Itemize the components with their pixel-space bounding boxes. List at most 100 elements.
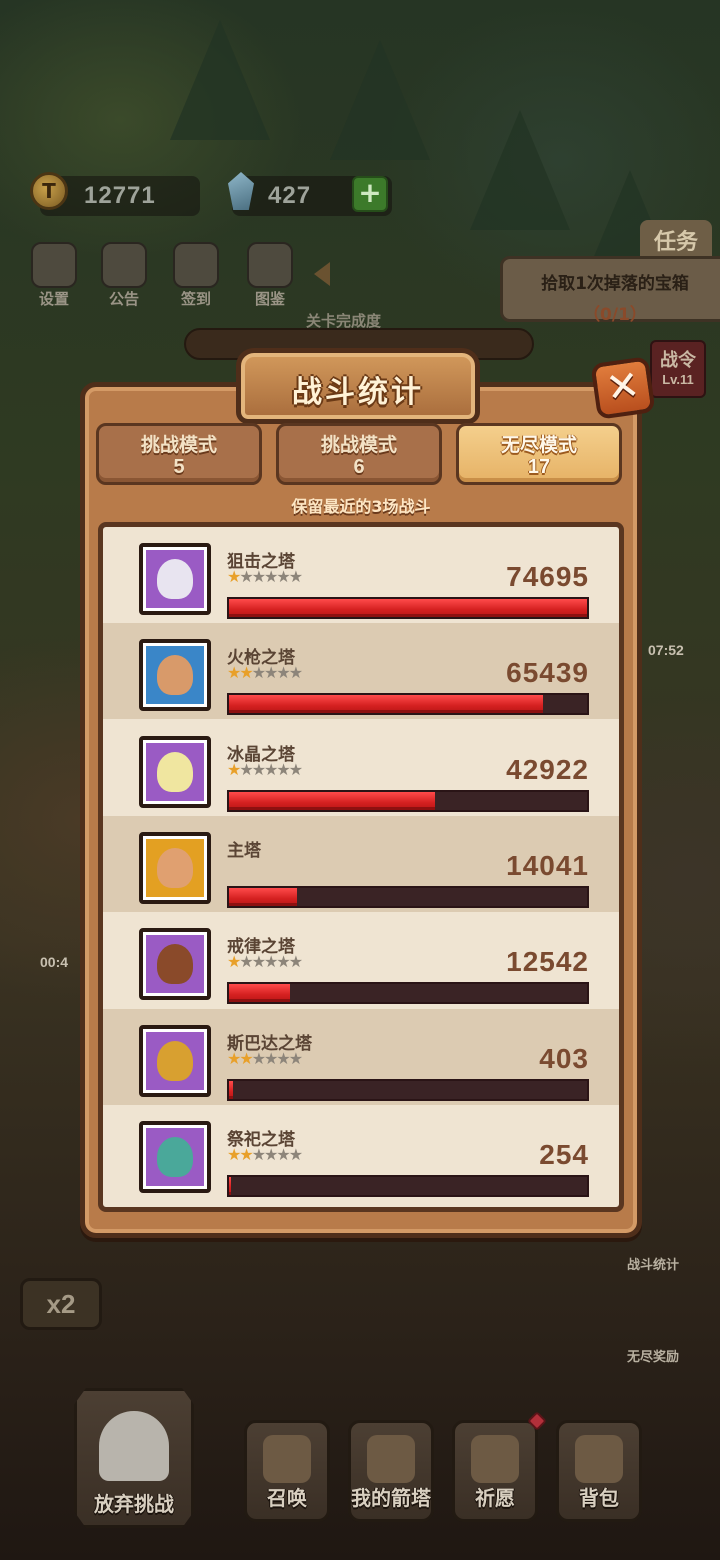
tree-decoration [170,20,270,140]
menu-announcement[interactable]: 公告 [96,242,152,309]
collapse-menu-arrow-icon[interactable] [314,262,330,286]
chest-timer: 07:52 [648,642,684,658]
menu-signin[interactable]: 签到 [168,242,224,309]
damage-bar-fill [229,1176,232,1195]
star-rating: ★★★★★★ [227,952,303,972]
damage-bar [227,789,589,812]
battle-pass-badge[interactable]: 战令 Lv.11 [650,340,706,398]
tower-portrait-icon [157,847,193,888]
tower-avatar[interactable] [139,543,211,615]
task-card[interactable]: 拾取1次掉落的宝箱 （0/1） [500,256,720,325]
tab-label: 挑战模式 [140,434,217,456]
menu-codex[interactable]: 图鉴 [242,242,298,309]
damage-bar [227,693,589,716]
star-empty-icon: ★ [264,759,278,779]
damage-bar-fill [229,887,298,906]
tree-decoration [470,110,570,230]
backpack-button[interactable]: 背包 [556,1420,642,1522]
endless-reward-shortcut[interactable]: 无尽奖励 [618,1346,688,1365]
star-filled-icon: ★ [227,567,241,586]
damage-bar-fill [229,984,290,1003]
tower-portrait-icon [157,655,193,696]
tab-challenge-5[interactable]: 挑战模式 5 [96,423,262,485]
damage-value: 403 [539,1042,589,1074]
tower-row: 火枪之塔 ★★★★★★ 65439 [103,623,619,720]
my-towers-button[interactable]: 我的箭塔 [348,1420,434,1522]
dialog-title-plate: 战斗统计 [236,348,480,424]
task-text: 拾取1次掉落的宝箱 [541,274,689,294]
star-filled-icon: ★ [227,759,241,779]
star-empty-icon: ★ [288,1144,303,1164]
tower-avatar[interactable] [139,735,211,808]
tower-row: 主塔 14041 [103,815,619,912]
star-empty-icon: ★ [239,567,253,586]
tower-row: 斯巴达之塔 ★★★★★★ 403 [103,1008,619,1105]
star-empty-icon: ★ [264,952,278,972]
star-filled-icon: ★ [227,1144,241,1164]
star-icon [471,1435,519,1483]
star-filled-icon: ★ [239,1144,253,1164]
tower-avatar[interactable] [139,831,211,904]
tower-portrait-icon [157,1040,193,1081]
damage-value: 74695 [506,561,589,592]
gold-coin-icon: T [30,172,68,210]
star-empty-icon: ★ [276,663,290,683]
tab-endless-17[interactable]: 无尽模式 17 [456,423,622,485]
tower-damage-list[interactable]: 狙击之塔 ★★★★★★ 74695 火枪之塔 ★★★★★★ 65439 冰晶之塔 ★★★★★★… [98,522,624,1212]
tower-avatar[interactable] [139,1024,211,1097]
damage-bar [227,597,589,619]
dialog-title: 战斗统计 [292,375,424,410]
summon-button[interactable]: 召唤 [244,1420,330,1522]
feather-icon [173,242,219,288]
tab-sub: 17 [527,456,551,478]
star-filled-icon: ★ [239,663,253,683]
tower-portrait-icon [157,944,193,985]
tower-avatar[interactable] [139,1120,211,1193]
star-empty-icon: ★ [288,952,303,972]
axe-icon [99,1411,169,1481]
star-empty-icon: ★ [276,567,290,586]
tab-sub: 6 [353,456,365,478]
star-filled-icon: ★ [227,1048,241,1068]
star-empty-icon: ★ [288,759,303,779]
star-empty-icon: ★ [264,1144,278,1164]
star-empty-icon: ★ [276,1144,290,1164]
menu-settings[interactable]: 设置 [26,242,82,309]
speed-toggle-button[interactable]: x2 [20,1278,102,1330]
wish-button[interactable]: 祈愿 [452,1420,538,1522]
star-rating: ★★★★★★ [227,1048,303,1068]
battle-stats-shortcut[interactable]: 战斗统计 [618,1254,688,1273]
star-empty-icon: ★ [288,663,303,683]
star-rating: ★★★★★★ [227,759,303,779]
star-empty-icon: ★ [288,1048,303,1068]
tab-label: 挑战模式 [320,434,397,456]
tower-avatar[interactable] [139,639,211,712]
tower-avatar[interactable] [139,928,211,1001]
star-rating: ★★★★★★ [227,663,303,683]
damage-value: 12542 [506,946,589,978]
damage-bar [227,1174,589,1197]
damage-bar-fill [229,1080,233,1099]
task-tag: 任务 [640,220,713,260]
book-icon [247,242,293,288]
tower-row: 戒律之塔 ★★★★★★ 12542 [103,912,619,1008]
task-progress: （0/1） [583,305,647,325]
star-empty-icon: ★ [276,759,290,779]
damage-value: 254 [539,1138,589,1170]
abandon-challenge-button[interactable]: 放弃挑战 [74,1388,194,1528]
tower-portrait-icon [157,1136,193,1177]
star-rating: ★★★★★★ [227,567,303,586]
close-button[interactable]: ✕ [590,356,656,420]
star-empty-icon: ★ [288,567,303,586]
star-empty-icon: ★ [251,952,266,972]
add-gems-button[interactable]: + [352,176,388,212]
star-filled-icon: ★ [227,952,241,972]
star-filled-icon: ★ [227,663,241,683]
tower-name: 主塔 [227,840,261,861]
damage-bar [227,982,589,1005]
star-empty-icon: ★ [239,759,253,779]
scroll-icon [101,242,147,288]
star-filled-icon: ★ [239,1048,253,1068]
tab-challenge-6[interactable]: 挑战模式 6 [276,423,442,485]
star-empty-icon: ★ [239,952,253,972]
